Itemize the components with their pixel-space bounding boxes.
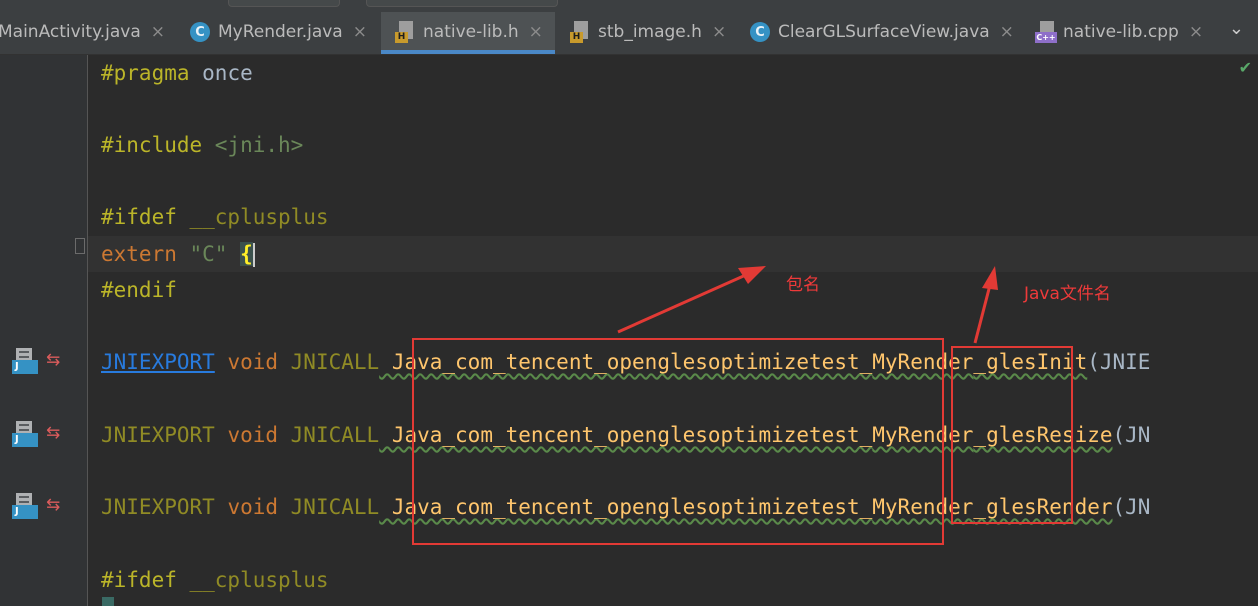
swap-arrows-icon: ⇆: [46, 350, 61, 370]
tab-label: ClearGLSurfaceView.java: [778, 22, 990, 42]
code-line-7[interactable]: #endif: [101, 275, 177, 305]
tab-label: native-lib.h: [423, 22, 519, 42]
java-file-highlight-box: [951, 346, 1073, 524]
header-file-icon: H: [395, 21, 415, 43]
tab-native-lib-h[interactable]: H native-lib.h ×: [381, 12, 555, 54]
class-icon: C: [750, 22, 770, 42]
tab-label: native-lib.cpp: [1063, 22, 1179, 42]
tab-mainactivity-java[interactable]: MainActivity.java ×: [0, 12, 165, 52]
class-icon: C: [190, 22, 210, 42]
fold-marker-icon[interactable]: [75, 238, 85, 254]
package-highlight-box: [412, 338, 944, 545]
java-file-arrow: [973, 284, 992, 344]
toolbar-stub-left: [228, 0, 340, 7]
code-line-5[interactable]: #ifdef __cplusplus: [101, 202, 329, 232]
tab-label: stb_image.h: [598, 22, 702, 42]
tab-clearglsurfaceview-java[interactable]: C ClearGLSurfaceView.java ×: [750, 12, 1014, 52]
editor-tab-bar: MainActivity.java × C MyRender.java × H …: [0, 0, 1258, 55]
code-line-6[interactable]: extern "C" {: [101, 239, 255, 269]
jni-navigation-marker[interactable]: J ⇆: [12, 348, 72, 378]
editor-gutter: [0, 55, 88, 606]
tab-stb-image-h[interactable]: H stb_image.h ×: [570, 12, 726, 52]
swap-arrows-icon: ⇆: [46, 423, 61, 443]
swap-arrows-icon: ⇆: [46, 495, 61, 515]
jni-navigation-marker[interactable]: J ⇆: [12, 493, 72, 523]
tab-label: MyRender.java: [218, 22, 343, 42]
fold-end-marker: [102, 597, 114, 606]
package-arrow: [617, 272, 749, 334]
close-icon[interactable]: ×: [529, 22, 543, 42]
tab-label: MainActivity.java: [0, 22, 141, 42]
cpp-file-icon: C++: [1035, 21, 1057, 43]
tab-native-lib-cpp[interactable]: C++ native-lib.cpp ×: [1035, 12, 1203, 52]
toolbar-stub-right: [366, 0, 558, 7]
close-icon[interactable]: ×: [151, 22, 165, 42]
code-line-3[interactable]: #include <jni.h>: [101, 130, 303, 160]
header-file-icon: H: [570, 21, 590, 43]
code-line-1[interactable]: #pragma once: [101, 58, 253, 88]
gutter-divider: [87, 55, 88, 606]
close-icon[interactable]: ×: [353, 22, 367, 42]
close-icon[interactable]: ×: [712, 22, 726, 42]
current-line-highlight: [88, 236, 1258, 272]
jni-navigation-marker[interactable]: J ⇆: [12, 421, 72, 451]
package-annotation-label: 包名: [786, 275, 820, 295]
chevron-down-icon[interactable]: ⌄: [1229, 18, 1244, 39]
matched-brace: {: [240, 242, 253, 266]
code-line-last[interactable]: #ifdef __cplusplus: [101, 565, 329, 595]
tab-myrender-java[interactable]: C MyRender.java ×: [190, 12, 367, 52]
close-icon[interactable]: ×: [1189, 22, 1203, 42]
inspection-ok-icon[interactable]: ✔: [1239, 58, 1252, 77]
java-file-annotation-label: Java文件名: [1024, 284, 1111, 304]
text-caret: [252, 243, 255, 267]
close-icon[interactable]: ×: [1000, 22, 1014, 42]
